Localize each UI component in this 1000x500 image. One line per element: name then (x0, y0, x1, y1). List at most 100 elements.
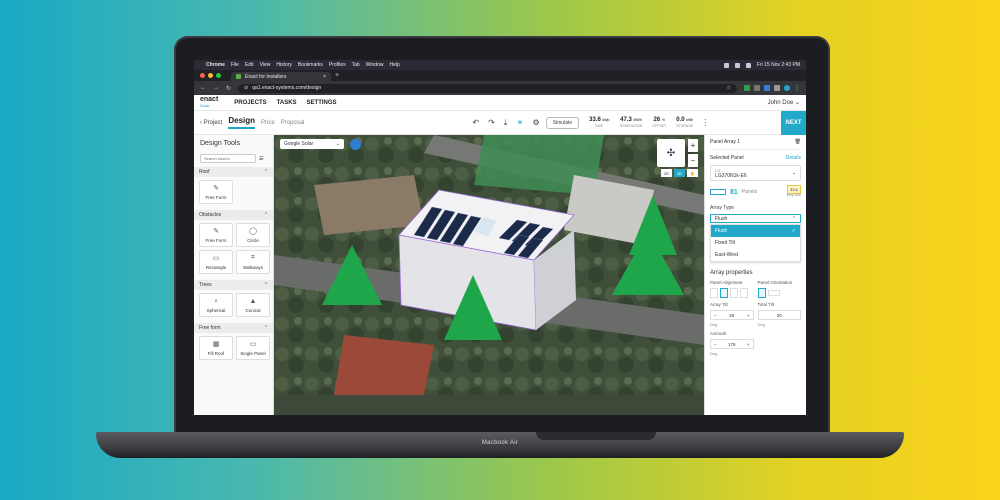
mac-menubar: Chrome File Edit View History Bookmarks … (194, 60, 806, 70)
back-to-project[interactable]: ‹ Project (200, 120, 222, 126)
site-info-icon[interactable]: ⊙ (244, 85, 248, 91)
compass-icon[interactable]: ✣ (657, 139, 685, 167)
panel-orientation-buttons[interactable] (757, 288, 802, 298)
menu-profiles[interactable]: Profiles (329, 62, 346, 68)
align-left-button[interactable] (710, 288, 718, 298)
close-window-icon[interactable] (200, 73, 205, 78)
section-trees[interactable]: Trees ⌃ (194, 280, 273, 290)
maximize-window-icon[interactable] (216, 73, 221, 78)
tab-price[interactable]: Price (261, 120, 275, 126)
portrait-button[interactable] (757, 288, 766, 298)
menu-view[interactable]: View (260, 62, 271, 68)
align-right-button[interactable] (730, 288, 738, 298)
back-arrow-icon[interactable]: ← (200, 85, 206, 91)
menu-bookmarks[interactable]: Bookmarks (298, 62, 323, 68)
align-justify-button[interactable] (740, 288, 748, 298)
tool-roof-free-form[interactable]: ✎ Free Form (199, 180, 233, 204)
tool-spherical[interactable]: ♀ Spherical (199, 293, 233, 317)
tool-rectangle[interactable]: ▭ Rectangle (199, 250, 233, 274)
section-obstacles[interactable]: Obstacles ⌃ (194, 210, 273, 220)
tool-single-panel[interactable]: ▭ Single Panel (236, 336, 270, 360)
pan-hand-icon[interactable]: ✋ (687, 169, 698, 177)
option-east-west[interactable]: East-West (711, 249, 800, 261)
new-tab-icon[interactable]: + (335, 70, 339, 81)
menu-history[interactable]: History (276, 62, 292, 68)
landscape-button[interactable] (767, 290, 780, 296)
close-tab-icon[interactable]: × (323, 74, 326, 80)
enact-logo[interactable]: enact Solar (200, 96, 218, 109)
menu-file[interactable]: File (231, 62, 239, 68)
mode-2d-button[interactable]: 2D (661, 169, 672, 177)
redo-icon[interactable]: ↷ (488, 118, 495, 127)
nav-settings[interactable]: SETTINGS (307, 100, 337, 106)
extension-icon[interactable] (764, 85, 770, 91)
tool-obstacle-free-form[interactable]: ✎ Free Form (199, 223, 233, 247)
chevron-up-icon: ⌃ (263, 169, 268, 175)
azimuth-stepper[interactable]: −176 + (710, 339, 754, 349)
array-type-select[interactable]: Flush ⌃ (710, 214, 801, 223)
chevron-down-icon: ⌄ (794, 100, 800, 106)
tab-design[interactable]: Design (228, 116, 256, 129)
globe-icon[interactable] (350, 139, 361, 150)
option-fixed-tilt[interactable]: Fixed Tilt (711, 237, 800, 249)
tool-circle[interactable]: ◯ Circle (236, 223, 270, 247)
wifi-icon[interactable] (723, 62, 729, 68)
screen: Chrome File Edit View History Bookmarks … (194, 60, 806, 415)
mode-3d-button[interactable]: 3D (674, 169, 685, 177)
nav-projects[interactable]: PROJECTS (234, 100, 266, 106)
zoom-in-button[interactable]: + (688, 139, 698, 152)
trash-icon[interactable]: 🗑 (795, 139, 801, 145)
tool-walkways[interactable]: ⌗ Walkways (236, 250, 270, 274)
section-free-form[interactable]: Free form ⌃ (194, 323, 273, 333)
menubar-app[interactable]: Chrome (206, 62, 225, 68)
chevron-up-icon: ⌃ (791, 215, 796, 222)
array-tilt-stepper[interactable]: −20 + (710, 310, 754, 320)
section-roof[interactable]: Roof ⌃ (194, 167, 273, 177)
list-view-icon[interactable]: ☰ (259, 156, 263, 162)
details-link[interactable]: Details (786, 155, 801, 161)
search-icon[interactable] (745, 62, 751, 68)
profile-avatar[interactable] (784, 85, 790, 91)
reload-icon[interactable]: ↻ (226, 85, 231, 92)
minimize-window-icon[interactable] (208, 73, 213, 78)
forward-arrow-icon[interactable]: → (213, 85, 219, 91)
panel-alignment-buttons[interactable] (710, 288, 754, 298)
menu-window[interactable]: Window (366, 62, 384, 68)
bookmark-star-icon[interactable]: ☆ (727, 85, 731, 91)
map-source-select[interactable]: Google Solar ⌄ (280, 139, 344, 149)
url-bar[interactable]: ⊙ qa1.enact-systems.com/design ☆ (238, 83, 737, 93)
simulate-button[interactable]: Simulate (545, 116, 580, 129)
extension-icon[interactable] (744, 85, 750, 91)
user-menu[interactable]: John Doe ⌄ (768, 99, 800, 106)
tab-proposal[interactable]: Proposal (281, 120, 305, 126)
panel-model-select[interactable]: LG LG370N1k-E6 ⌄ (710, 165, 801, 181)
more-options-icon[interactable]: ⋮ (701, 118, 709, 127)
laptop-base: Macbook Air (96, 432, 904, 458)
search-assets-input[interactable] (200, 154, 256, 163)
tool-conical[interactable]: ▲ Conical (236, 293, 270, 317)
map-canvas[interactable]: Google Solar ⌄ ✣ + − 2D 3D ✋ (274, 135, 704, 415)
zoom-out-button[interactable]: − (688, 154, 698, 167)
option-flush[interactable]: Flush ✓ (711, 225, 800, 237)
next-button[interactable]: NEXT (781, 110, 806, 135)
undo-icon[interactable]: ↶ (472, 118, 479, 127)
tool-fill-roof[interactable]: ▦ Fill Roof (199, 336, 233, 360)
puzzle-icon[interactable] (774, 85, 780, 91)
browser-menu-icon[interactable]: ⋮ (794, 85, 800, 92)
sun-icon[interactable]: ☀ (516, 118, 523, 127)
menu-edit[interactable]: Edit (245, 62, 254, 68)
battery-icon[interactable] (734, 62, 740, 68)
total-tilt-field: 20 (757, 310, 801, 320)
settings-gear-icon[interactable]: ⚙ (533, 118, 540, 127)
fill-roof-icon: ▦ (212, 341, 220, 348)
menubar-clock[interactable]: Fri 15 Nov 2:43 PM (757, 62, 800, 68)
url-text: qa1.enact-systems.com/design (252, 85, 322, 91)
nav-tasks[interactable]: TASKS (277, 100, 297, 106)
download-icon[interactable]: ⤓ (504, 118, 508, 128)
extension-icon[interactable] (754, 85, 760, 91)
menu-help[interactable]: Help (389, 62, 399, 68)
browser-tab[interactable]: Enact for Installers × (231, 72, 331, 81)
menu-tab[interactable]: Tab (352, 62, 360, 68)
align-center-button[interactable] (720, 288, 728, 298)
stat-generation: 47.3 MWh GENERATION (619, 116, 643, 128)
